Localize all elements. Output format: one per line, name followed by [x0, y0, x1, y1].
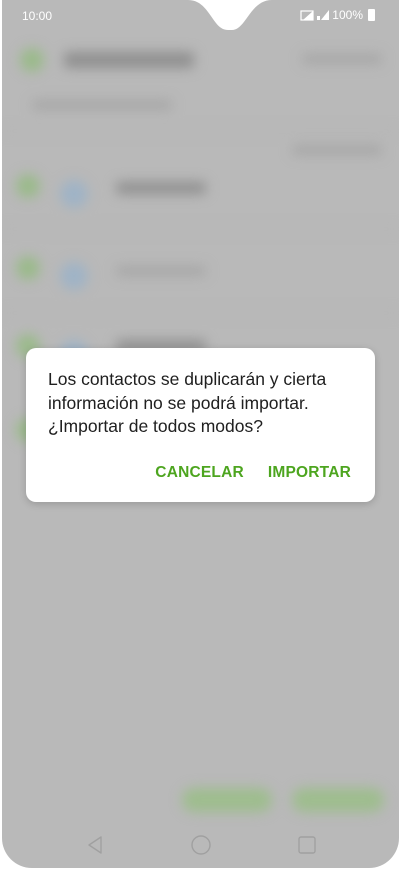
- battery-percent: 100%: [332, 8, 363, 22]
- bg-subtitle-bar: [32, 100, 172, 110]
- bg-row-avatar: [60, 180, 88, 208]
- recents-button[interactable]: [294, 832, 320, 858]
- bg-title-bar: [64, 52, 194, 68]
- cancel-button[interactable]: CANCELAR: [155, 460, 244, 486]
- import-confirmation-dialog: Los contactos se duplicarán y cierta inf…: [26, 348, 375, 502]
- navigation-bar: [0, 822, 401, 868]
- dialog-message: Los contactos se duplicarán y cierta inf…: [48, 369, 327, 436]
- dialog-actions: CANCELAR IMPORTAR: [155, 460, 351, 486]
- bg-row-avatar: [60, 262, 88, 290]
- status-icons: 100%: [300, 8, 375, 22]
- bg-menu-bar: [302, 54, 382, 64]
- battery-icon: [368, 9, 375, 21]
- bg-row-divider: [2, 312, 399, 314]
- bg-section-bar: [292, 145, 382, 155]
- phone-frame: 10:00 100% Los contactos se duplicarán y…: [0, 0, 401, 870]
- bg-row-name: [116, 266, 206, 276]
- bg-row-divider: [2, 228, 399, 230]
- signal-icon: [317, 10, 330, 20]
- bg-row-check: [16, 256, 40, 280]
- status-time: 10:00: [22, 9, 53, 23]
- status-bar: 10:00 100%: [0, 0, 401, 32]
- bg-row-name: [116, 182, 206, 194]
- data-icon: [300, 10, 314, 21]
- home-button[interactable]: [188, 832, 214, 858]
- bg-avatar: [20, 48, 44, 72]
- bg-row-check: [16, 174, 40, 198]
- home-icon: [191, 835, 211, 855]
- import-button[interactable]: IMPORTAR: [268, 460, 351, 486]
- back-button[interactable]: [82, 832, 108, 858]
- recents-icon: [298, 836, 316, 854]
- bg-action-pill: [182, 788, 272, 812]
- bg-divider: [2, 130, 399, 132]
- back-icon: [88, 836, 102, 854]
- bg-action-pill: [292, 788, 384, 812]
